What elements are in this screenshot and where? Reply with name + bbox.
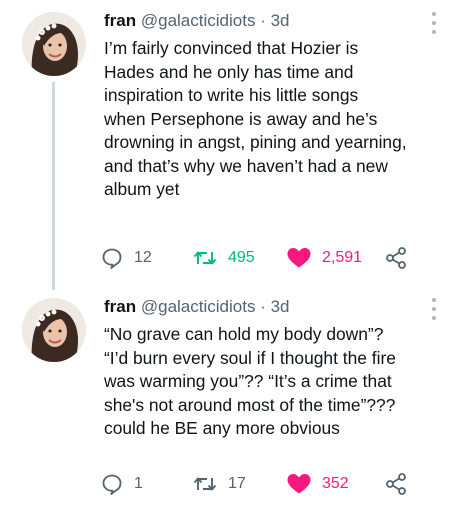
retweet-button[interactable]: 17 [192,472,246,496]
user-handle[interactable]: @galacticidiots [141,11,256,30]
tweet-text-line: when Persephone is away and he’s [104,108,378,129]
timestamp[interactable]: 3d [271,11,290,30]
tweet-text-line: album yet [104,179,180,199]
separator-dot: · [260,11,266,30]
tweet-actions: 12 495 2,591 [100,246,430,270]
share-button[interactable] [384,472,408,496]
display-name[interactable]: fran [104,11,136,30]
tweet-text-line: she's not around most of the time”??? [104,394,396,415]
reply-count: 12 [134,249,152,266]
heart-icon [287,248,311,268]
retweet-arrows-icon [193,251,217,265]
profile-photo-icon [22,298,86,362]
avatar[interactable] [22,12,86,76]
user-handle[interactable]: @galacticidiots [141,297,256,316]
display-name[interactable]: fran [104,297,136,316]
tweet-text: I’m fairly convinced that Hozier is Hade… [104,37,466,202]
retweet-arrows-icon [193,477,217,491]
tweet-actions: 1 17 352 [100,472,430,496]
like-count: 2,591 [322,249,363,266]
share-nodes-icon [386,473,406,495]
reply-count: 1 [134,475,143,492]
separator-dot: · [260,297,266,316]
tweet-text-line: and that’s why we haven’t had a new [104,155,388,176]
vertical-dots-icon[interactable] [432,12,436,34]
retweet-count: 17 [228,475,246,492]
tweet-text-line: “No grave can hold my body down”? [104,324,384,344]
tweet-text-line: was warming you”?? “It’s a crime that [104,371,392,391]
speech-bubble-icon [102,248,122,269]
tweet-header: fran @galacticidiots · 3d [104,296,290,318]
tweet-text-line: drowning in angst, pining and yearning, [104,132,407,152]
thread-connector [52,82,55,290]
tweet-text-line: could he BE any more obvious [104,418,340,438]
timestamp[interactable]: 3d [271,297,290,316]
tweet-text-line: I’m fairly convinced that Hozier is [104,38,359,58]
avatar[interactable] [22,298,86,362]
reply-button[interactable]: 12 [100,246,152,270]
tweet-text-line: “I’d burn every soul if I thought the fi… [104,347,396,368]
tweet-2[interactable]: fran @galacticidiots · 3d “No grave can … [0,290,474,514]
retweet-count: 495 [228,249,255,266]
share-nodes-icon [386,247,406,269]
like-count: 352 [322,475,349,492]
tweet-1[interactable]: fran @galacticidiots · 3d I’m fairly con… [0,0,474,290]
tweet-text-line: inspiration to write his little songs [104,85,359,105]
tweet-header: fran @galacticidiots · 3d [104,10,290,32]
tweet-text: “No grave can hold my body down”? “I’d b… [104,323,466,441]
heart-icon [287,474,311,494]
speech-bubble-icon [102,474,122,495]
like-button[interactable]: 352 [286,472,349,496]
tweet-text-line: Hades and he only has time and [104,61,354,82]
reply-button[interactable]: 1 [100,472,143,496]
share-button[interactable] [384,246,408,270]
vertical-dots-icon[interactable] [432,298,436,320]
profile-photo-icon [22,12,86,76]
retweet-button[interactable]: 495 [192,246,255,270]
like-button[interactable]: 2,591 [286,246,362,270]
